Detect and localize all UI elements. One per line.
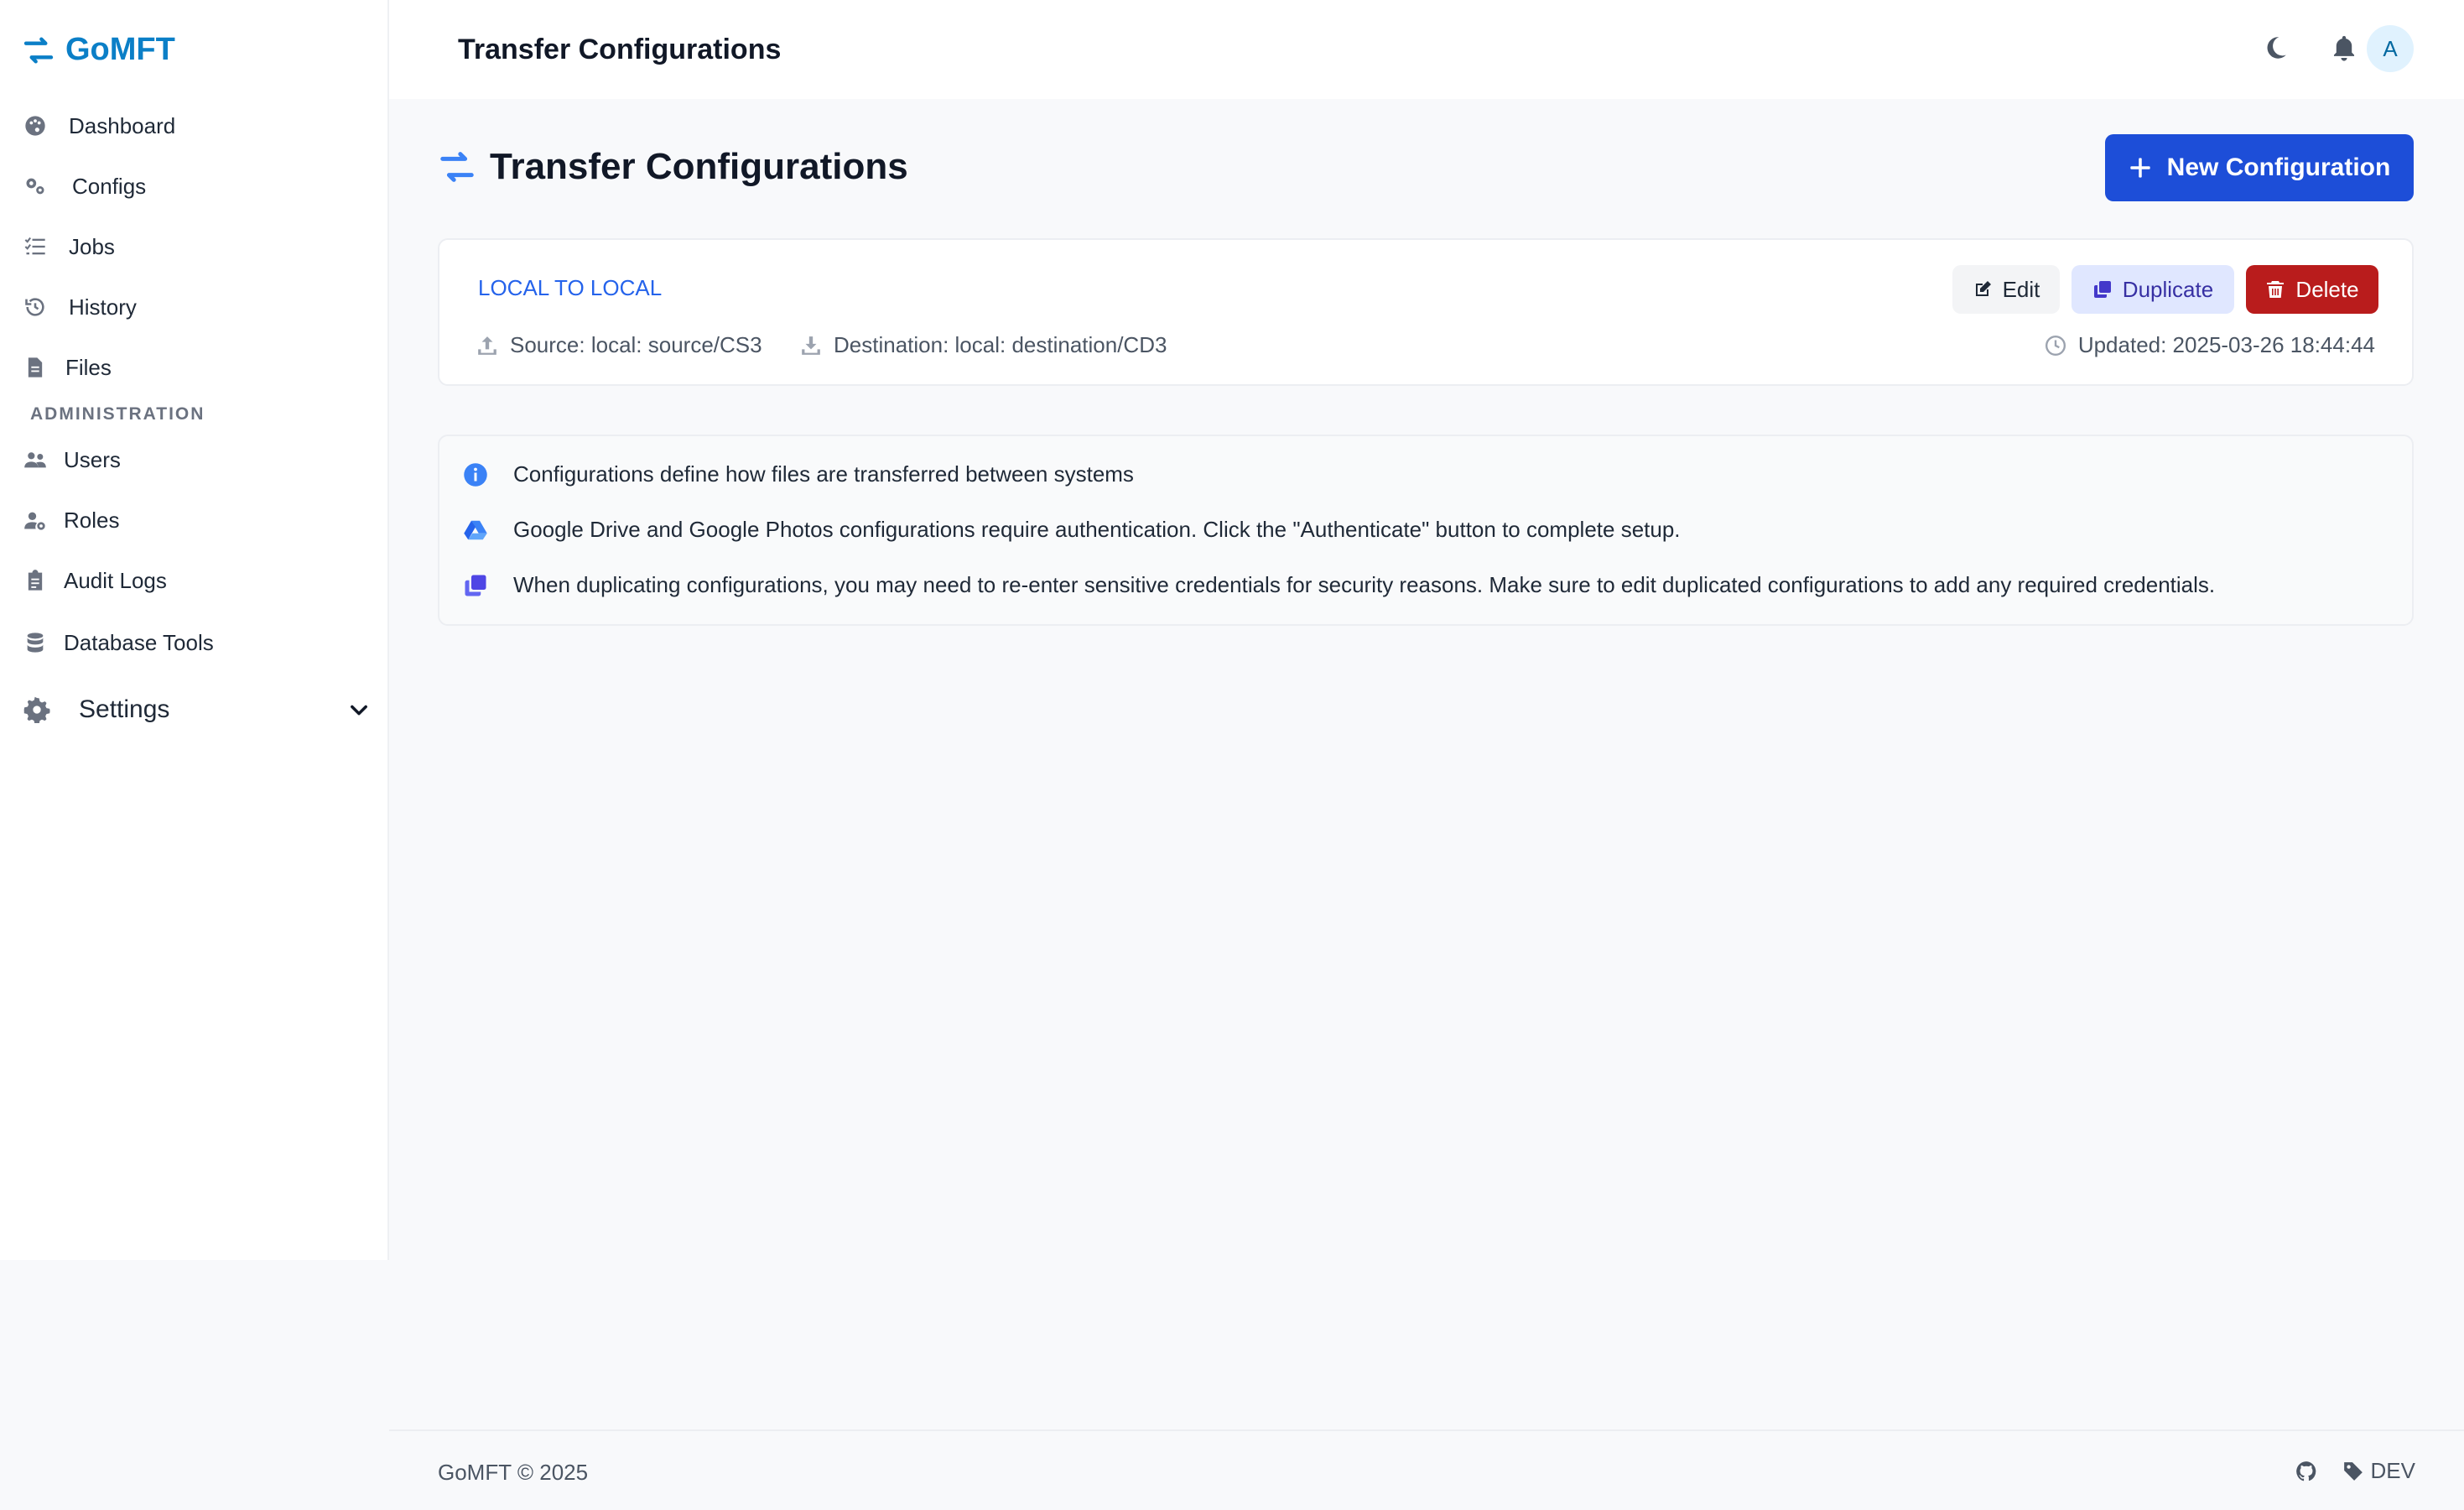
- sidebar-item-label: Roles: [64, 507, 120, 533]
- config-name[interactable]: LOCAL TO LOCAL: [478, 275, 662, 301]
- topbar: Transfer Configurations A: [389, 0, 2464, 99]
- sidebar-item-audit-logs[interactable]: Audit Logs: [23, 559, 167, 602]
- footer-links: DEV: [2295, 1458, 2415, 1484]
- sidebar-item-roles[interactable]: Roles: [23, 498, 119, 542]
- delete-label: Delete: [2295, 276, 2359, 302]
- dark-mode-toggle[interactable]: [2261, 34, 2290, 62]
- edit-icon: [1975, 281, 1991, 296]
- arrows-exchange-icon: [440, 152, 474, 182]
- sidebar-item-label: Audit Logs: [64, 567, 167, 593]
- new-configuration-button[interactable]: New Configuration: [2105, 134, 2414, 201]
- trash-icon: [2267, 281, 2285, 298]
- github-icon[interactable]: [2295, 1461, 2317, 1482]
- sidebar-item-jobs[interactable]: Jobs: [23, 225, 115, 268]
- config-destination: Destination: local: destination/CD3: [800, 332, 1167, 358]
- tag-icon: [2343, 1461, 2363, 1481]
- environment-label: DEV: [2370, 1458, 2415, 1483]
- info-text: When duplicating configurations, you may…: [513, 572, 2216, 597]
- edit-label: Edit: [2002, 276, 2040, 302]
- clipboard-icon: [28, 570, 43, 591]
- environment-tag: DEV: [2342, 1458, 2415, 1484]
- copy-icon: [465, 575, 486, 596]
- sidebar-item-label: Dashboard: [69, 112, 176, 138]
- settings-label: Settings: [79, 695, 170, 723]
- moon-icon: [2267, 37, 2286, 59]
- topbar-title: Transfer Configurations: [458, 34, 782, 65]
- sidebar-item-history[interactable]: History: [23, 285, 137, 329]
- delete-button[interactable]: Delete: [2246, 265, 2378, 314]
- sidebar-item-label: Jobs: [69, 233, 115, 259]
- notifications-button[interactable]: [2330, 34, 2358, 62]
- sidebar-section-label: ADMINISTRATION: [30, 404, 205, 424]
- config-card: LOCAL TO LOCAL Edit Duplicate Delete Sou…: [438, 238, 2414, 386]
- config-source-text: Source: local: source/CS3: [510, 332, 762, 357]
- footer: GoMFT © 2025 DEV: [389, 1429, 2464, 1510]
- duplicate-label: Duplicate: [2122, 276, 2214, 302]
- config-updated-text: Updated: 2025-03-26 18:44:44: [2077, 332, 2375, 357]
- info-circle-icon: [464, 462, 487, 487]
- info-line: Configurations define how files are tran…: [463, 461, 1134, 487]
- page-title: Transfer Configurations: [438, 146, 908, 188]
- google-drive-icon: [464, 520, 487, 539]
- clock-icon: [2045, 335, 2066, 356]
- sidebar-item-users[interactable]: Users: [23, 438, 121, 482]
- config-updated: Updated: 2025-03-26 18:44:44: [2045, 332, 2375, 358]
- edit-button[interactable]: Edit: [1952, 265, 2060, 314]
- sidebar-item-settings[interactable]: Settings: [23, 686, 371, 733]
- footer-copyright: GoMFT © 2025: [438, 1460, 589, 1485]
- info-line: When duplicating configurations, you may…: [463, 572, 2215, 598]
- users-icon: [24, 452, 46, 468]
- user-gear-icon: [24, 512, 45, 530]
- info-panel: Configurations define how files are tran…: [438, 435, 2414, 626]
- arrows-exchange-icon: [23, 37, 54, 64]
- avatar[interactable]: A: [2367, 25, 2414, 72]
- brand-logo[interactable]: GoMFT: [22, 32, 175, 68]
- plus-icon: [2130, 158, 2150, 178]
- bell-icon: [2333, 35, 2355, 61]
- brand-name: GoMFT: [65, 32, 175, 67]
- palette-icon: [25, 116, 45, 136]
- database-icon: [27, 633, 44, 653]
- sidebar-item-database-tools[interactable]: Database Tools: [23, 621, 214, 664]
- config-destination-text: Destination: local: destination/CD3: [834, 332, 1167, 357]
- info-text: Configurations define how files are tran…: [513, 461, 1134, 487]
- sidebar-item-label: History: [69, 294, 137, 320]
- sidebar-item-files[interactable]: Files: [23, 346, 112, 389]
- copy-icon: [2093, 281, 2111, 298]
- history-icon: [25, 298, 44, 316]
- page-title-text: Transfer Configurations: [490, 146, 908, 187]
- sidebar-item-label: Database Tools: [64, 629, 214, 655]
- sidebar-item-configs[interactable]: Configs: [23, 164, 146, 208]
- sidebar: GoMFT Dashboard Configs Jobs History Fil…: [0, 0, 389, 1260]
- new-configuration-label: New Configuration: [2166, 154, 2391, 181]
- sidebar-item-label: Files: [65, 354, 112, 380]
- download-icon: [802, 336, 820, 355]
- chevron-down-icon: [351, 705, 367, 716]
- gears-icon: [26, 178, 44, 195]
- gear-icon: [23, 696, 50, 723]
- sidebar-item-label: Users: [64, 446, 121, 472]
- file-icon: [28, 357, 43, 378]
- list-check-icon: [24, 237, 45, 255]
- upload-icon: [478, 336, 496, 355]
- info-text: Google Drive and Google Photos configura…: [513, 517, 1681, 542]
- sidebar-item-dashboard[interactable]: Dashboard: [23, 104, 175, 148]
- duplicate-button[interactable]: Duplicate: [2072, 265, 2234, 314]
- info-line: Google Drive and Google Photos configura…: [463, 517, 1681, 543]
- sidebar-item-label: Configs: [72, 173, 147, 199]
- config-source: Source: local: source/CS3: [476, 332, 762, 358]
